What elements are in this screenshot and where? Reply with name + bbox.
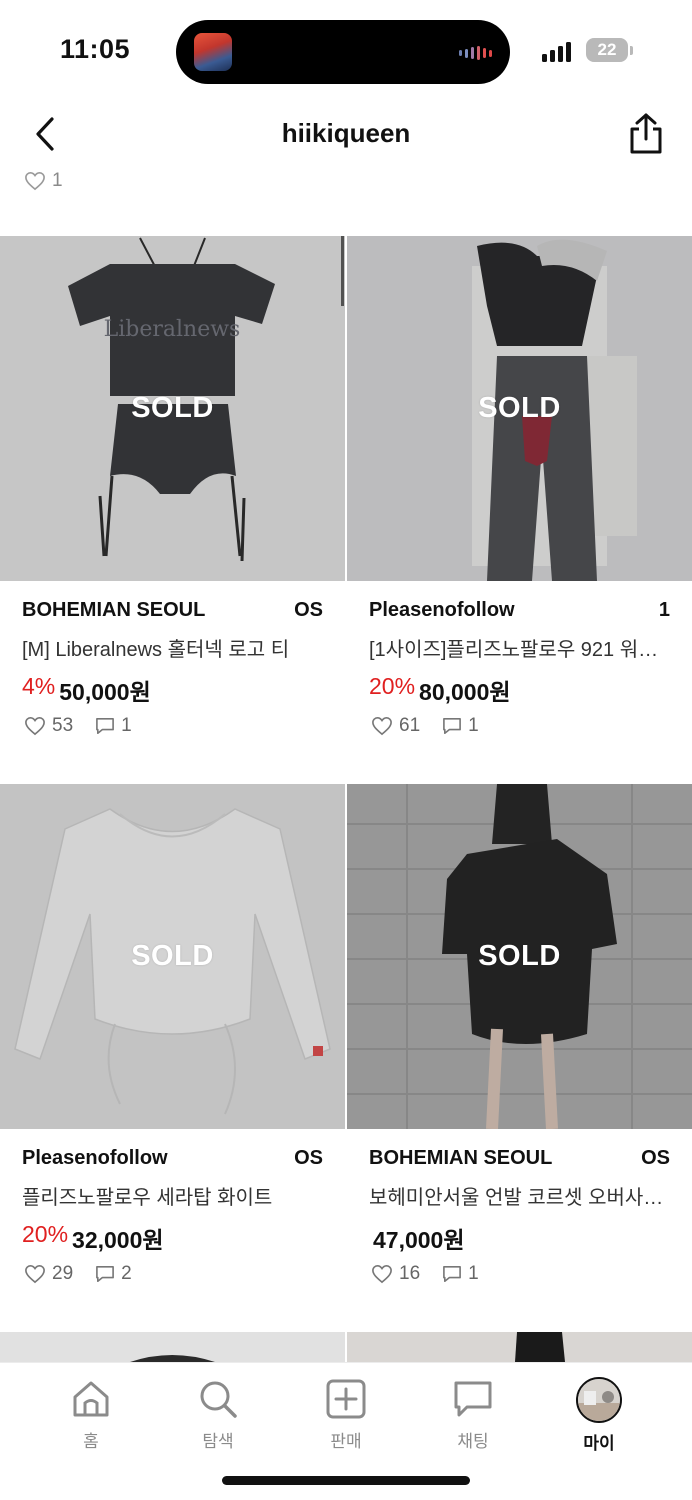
sold-label: SOLD	[478, 940, 561, 972]
product-title: [1사이즈]플리즈노팔로우 921 워싱…	[369, 639, 672, 661]
size-label: OS	[294, 599, 323, 621]
sold-label: SOLD	[131, 392, 214, 424]
share-button[interactable]	[624, 110, 668, 158]
heart-icon	[25, 171, 45, 191]
product-title: [M] Liberalnews 홀터넥 로고 티	[22, 639, 290, 661]
tab-label: 홈	[83, 1432, 99, 1451]
price: 47,000원	[373, 1227, 465, 1253]
like-count: 1	[52, 170, 63, 191]
brand-name: Pleasenofollow	[22, 1147, 168, 1169]
tab-chat[interactable]: 채팅	[427, 1377, 519, 1452]
status-bar: 11:05 22	[0, 0, 692, 100]
like-count: 53	[52, 715, 74, 736]
product-image[interactable]	[347, 1332, 692, 1362]
comment-icon	[443, 1265, 462, 1283]
product-card-partial[interactable]	[0, 1332, 345, 1362]
signal-icon	[542, 40, 571, 62]
tab-label: 채팅	[457, 1432, 489, 1451]
chat-icon	[454, 1381, 492, 1417]
tab-home[interactable]: 홈	[45, 1377, 137, 1452]
share-icon	[630, 113, 662, 154]
tab-label: 판매	[330, 1432, 362, 1451]
sold-overlay: SOLD	[347, 236, 692, 581]
search-icon	[200, 1381, 237, 1418]
size-label: OS	[641, 1147, 670, 1169]
sold-overlay: SOLD	[0, 236, 345, 581]
sold-label: SOLD	[131, 940, 214, 972]
plus-square-icon	[326, 1379, 366, 1419]
price: 32,000원	[72, 1227, 164, 1253]
size-label: OS	[294, 1147, 323, 1169]
avatar	[576, 1377, 622, 1423]
previous-item-likes: 1	[24, 170, 63, 192]
page-title: hiikiqueen	[281, 118, 411, 148]
product-title: 플리즈노팔로우 세라탑 화이트	[22, 1187, 273, 1209]
product-image[interactable]: Liberalnews SOLD	[0, 236, 345, 581]
product-title: 보헤미안서울 언발 코르셋 오버사…	[369, 1187, 664, 1209]
comment-count: 2	[121, 1263, 132, 1284]
price: 50,000원	[59, 679, 151, 705]
product-image[interactable]: SOLD	[347, 236, 692, 581]
heart-icon	[25, 716, 45, 736]
product-card-partial[interactable]	[347, 1332, 692, 1362]
comment-count: 1	[468, 715, 479, 736]
battery-icon: 22	[586, 38, 628, 62]
comment-icon	[443, 717, 462, 735]
comment-icon	[96, 1265, 115, 1283]
sold-overlay: SOLD	[0, 784, 345, 1129]
tab-explore[interactable]: 탐색	[172, 1377, 264, 1452]
brand-name: BOHEMIAN SEOUL	[369, 1147, 553, 1169]
comment-count: 1	[468, 1263, 479, 1284]
discount-rate: 20%	[22, 1221, 69, 1247]
heart-icon	[372, 716, 392, 736]
product-card[interactable]: SOLD Pleasenofollow 1 [1사이즈]플리즈노팔로우 921 …	[347, 236, 692, 784]
brand-name: Pleasenofollow	[369, 599, 515, 621]
status-time: 11:05	[60, 34, 131, 64]
product-image[interactable]	[0, 1332, 345, 1362]
home-indicator[interactable]	[222, 1476, 470, 1485]
brand-name: BOHEMIAN SEOUL	[22, 599, 206, 621]
like-count: 29	[52, 1263, 74, 1284]
nav-header: hiikiqueen	[0, 100, 692, 170]
product-card[interactable]: SOLD BOHEMIAN SEOUL OS 보헤미안서울 언발 코르셋 오버사…	[347, 784, 692, 1332]
tab-sell[interactable]: 판매	[300, 1377, 392, 1452]
discount-rate: 20%	[369, 673, 416, 699]
audio-wave-icon	[459, 46, 492, 60]
product-card[interactable]: Liberalnews SOLD BOHEMIAN SEOUL OS [M] L…	[0, 236, 345, 784]
heart-icon	[372, 1264, 392, 1284]
comment-icon	[96, 717, 115, 735]
sold-label: SOLD	[478, 392, 561, 424]
now-playing-artwork	[194, 33, 232, 71]
comment-count: 1	[121, 715, 132, 736]
tab-label: 탐색	[202, 1432, 234, 1451]
like-count: 61	[399, 715, 421, 736]
heart-icon	[25, 1264, 45, 1284]
discount-rate: 4%	[22, 673, 56, 699]
tab-my[interactable]: 마이	[553, 1377, 645, 1454]
dynamic-island[interactable]	[176, 20, 510, 84]
product-card[interactable]: SOLD Pleasenofollow OS 플리즈노팔로우 세라탑 화이트 2…	[0, 784, 345, 1332]
product-image[interactable]: SOLD	[347, 784, 692, 1129]
battery-tip	[630, 46, 633, 55]
product-image[interactable]: SOLD	[0, 784, 345, 1129]
like-count: 16	[399, 1263, 421, 1284]
sold-overlay: SOLD	[347, 784, 692, 1129]
size-label: 1	[658, 599, 670, 621]
tab-label: 마이	[583, 1434, 615, 1453]
price: 80,000원	[419, 679, 511, 705]
home-icon	[73, 1381, 109, 1417]
